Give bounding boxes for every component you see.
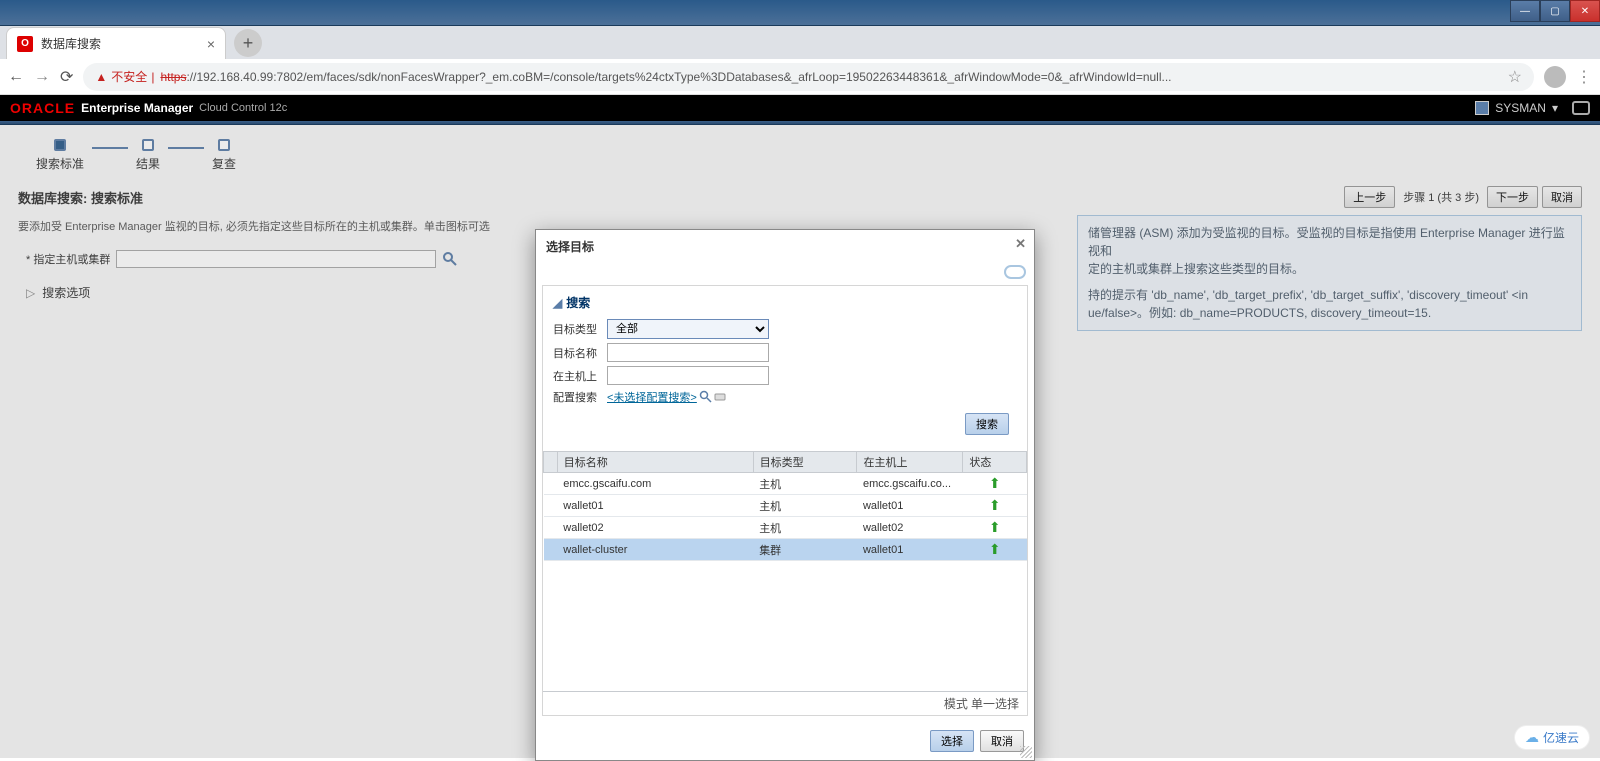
disclosure-triangle-icon: ◢ [553,296,562,310]
select-button[interactable]: 选择 [930,730,974,752]
new-tab-button[interactable]: + [234,29,262,57]
detach-icon[interactable] [1004,265,1026,279]
table-row[interactable]: wallet01主机wallet01⬆ [544,495,1027,517]
status-up-icon: ⬆ [969,519,1021,536]
window-close-button[interactable]: ✕ [1570,0,1600,22]
user-menu[interactable]: SYSMAN ▾ [1475,101,1558,115]
col-status[interactable]: 状态 [963,452,1027,473]
search-button[interactable]: 搜索 [965,413,1009,435]
col-type[interactable]: 目标类型 [753,452,857,473]
window-maximize-button[interactable]: ▢ [1540,0,1570,22]
favicon-icon [17,36,33,52]
col-host[interactable]: 在主机上 [857,452,963,473]
table-row[interactable]: wallet02主机wallet02⬆ [544,517,1027,539]
app-title: Enterprise Manager [81,101,193,115]
username: SYSMAN [1495,101,1546,115]
search-header[interactable]: ◢ 搜索 [553,294,1017,311]
window-controls: — ▢ ✕ [1510,0,1600,22]
profile-avatar-icon[interactable] [1544,66,1566,88]
table-row[interactable]: emcc.gscaifu.com主机emcc.gscaifu.co...⬆ [544,473,1027,495]
os-window-titlebar: — ▢ ✕ [0,0,1600,26]
menu-icon[interactable]: ⋮ [1576,67,1592,87]
results-table: 目标名称 目标类型 在主机上 状态 emcc.gscaifu.com主机emcc… [543,451,1027,561]
status-up-icon: ⬆ [969,475,1021,492]
bookmark-star-icon[interactable]: ☆ [1508,67,1522,87]
window-minimize-button[interactable]: — [1510,0,1540,22]
back-button[interactable]: ← [8,68,24,86]
app-header: ORACLE Enterprise Manager Cloud Control … [0,95,1600,121]
oracle-logo: ORACLE [10,100,75,116]
target-type-select[interactable]: 全部 [607,319,769,339]
target-name-input[interactable] [607,343,769,362]
status-up-icon: ⬆ [969,497,1021,514]
search-panel: ◢ 搜索 目标类型 全部 目标名称 在主机上 配置搜索 <未选择配置搜索 [543,286,1027,451]
browser-tab-strip: 数据库搜索 × + [0,26,1600,59]
dialog-toolbar [536,263,1034,281]
target-type-label: 目标类型 [553,321,605,337]
app-subtitle: Cloud Control 12c [199,102,287,114]
config-search-label: 配置搜索 [553,389,605,405]
user-icon [1475,101,1489,115]
eraser-icon[interactable] [713,390,727,404]
search-icon[interactable] [699,390,713,404]
target-name-label: 目标名称 [553,345,605,361]
resize-grip-icon[interactable] [1020,746,1032,758]
on-host-input[interactable] [607,366,769,385]
dialog-title: 选择目标 ✕ [536,230,1034,263]
url-text: https://192.168.40.99:7802/em/faces/sdk/… [160,70,1171,84]
table-row[interactable]: wallet-cluster集群wallet01⬆ [544,539,1027,561]
cloud-icon: ☁ [1525,729,1539,746]
reload-button[interactable]: ⟳ [60,67,73,87]
forward-button[interactable]: → [34,68,50,86]
watermark: ☁ 亿速云 [1514,725,1590,750]
col-name[interactable]: 目标名称 [557,452,753,473]
tab-title: 数据库搜索 [41,35,199,52]
tab-close-icon[interactable]: × [207,36,215,52]
accessibility-icon[interactable] [1572,101,1590,115]
select-target-dialog: 选择目标 ✕ ◢ 搜索 目标类型 全部 目标名称 [535,229,1035,761]
dialog-cancel-button[interactable]: 取消 [980,730,1024,752]
insecure-badge: ▲ 不安全 | [95,68,154,85]
content-area: 搜索标准 结果 复查 数据库搜索: 搜索标准 上一步 步骤 1 (共 3 步) … [0,125,1600,758]
browser-tab[interactable]: 数据库搜索 × [6,27,226,59]
chevron-down-icon: ▾ [1552,101,1558,115]
dialog-footer: 选择 取消 [536,722,1034,760]
mode-row: 模式 单一选择 [543,691,1027,715]
status-up-icon: ⬆ [969,541,1021,558]
address-bar[interactable]: ▲ 不安全 | https://192.168.40.99:7802/em/fa… [83,63,1534,91]
browser-toolbar: ← → ⟳ ▲ 不安全 | https://192.168.40.99:7802… [0,59,1600,95]
dialog-close-icon[interactable]: ✕ [1015,236,1026,252]
config-search-link[interactable]: <未选择配置搜索> [607,389,697,405]
on-host-label: 在主机上 [553,368,605,384]
